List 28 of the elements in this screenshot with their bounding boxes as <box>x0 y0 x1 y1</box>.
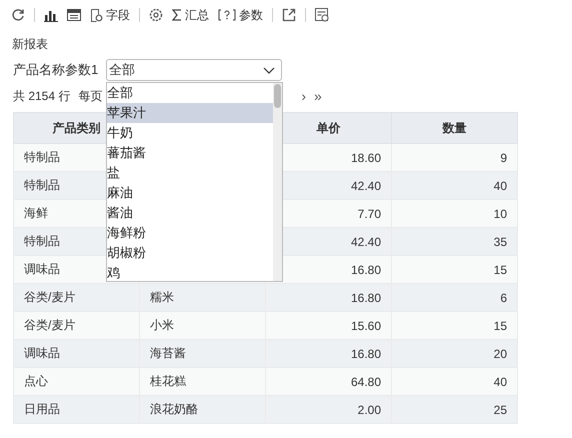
summary-button[interactable]: 汇总 <box>172 6 209 24</box>
dropdown-option[interactable]: 苹果汁 <box>107 103 274 123</box>
parameter-select[interactable]: 全部 <box>106 59 282 81</box>
sigma-icon <box>172 9 182 21</box>
table-cell: 日用品 <box>14 396 140 424</box>
dropdown-option[interactable]: 全部 <box>107 83 274 103</box>
table-cell: 浪花奶酪 <box>140 396 266 424</box>
table-cell: 2.00 <box>266 396 392 424</box>
fields-button[interactable]: 字段 <box>90 6 130 24</box>
bracket-question-icon <box>218 9 236 21</box>
column-header: 数量 <box>392 112 518 144</box>
table-icon[interactable] <box>67 9 81 21</box>
settings-icon[interactable] <box>149 8 163 22</box>
next-page-button[interactable]: › <box>301 88 306 104</box>
row-count: 共 2154 行 <box>13 88 70 104</box>
table-cell: 25 <box>392 396 518 424</box>
parameter-label: 产品名称参数1 <box>13 61 98 79</box>
report-icon[interactable] <box>315 8 329 22</box>
refresh-icon[interactable] <box>11 8 25 22</box>
per-page-label: 每页 <box>78 88 102 104</box>
scrollbar-thumb[interactable] <box>274 84 282 108</box>
document-gear-icon <box>90 8 103 22</box>
export-icon[interactable] <box>282 8 296 22</box>
chevron-down-icon <box>263 66 276 74</box>
parameters-button[interactable]: 参数 <box>218 6 263 24</box>
bar-chart-icon[interactable] <box>44 8 58 22</box>
report-title: 新报表 <box>11 36 49 53</box>
last-page-button[interactable]: » <box>314 88 322 104</box>
